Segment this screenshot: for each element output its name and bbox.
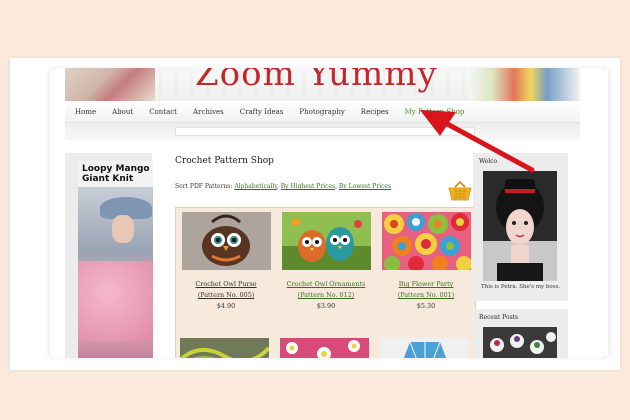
sort-highest-price-link[interactable]: By Highest Prices [281,183,335,190]
site-header-banner[interactable]: Zoom Yummy [65,68,580,101]
nav-item-recipes[interactable]: Recipes [361,108,389,116]
product-pattern-link[interactable]: (Pattern No. 005) [180,290,272,301]
banner-photo-left [65,68,155,101]
ad-knit-blanket [78,261,153,341]
product-image-pink-flowers[interactable] [280,338,369,358]
product-price: $5.30 [416,302,436,310]
banner-photo-right [470,68,580,101]
product-grid: Crochet Owl Purse (Pattern No. 005) $4.9… [175,207,476,358]
sort-lowest-price-link[interactable]: By Lowest Prices [339,183,391,190]
product-pattern-link[interactable]: (Pattern No. 012) [280,290,372,301]
annotation-arrow-icon [420,110,535,173]
product-card: Big Flower Party (Pattern No. 001) $5.30 [380,212,472,312]
nav-item-archives[interactable]: Archives [193,108,224,116]
page-title: Crochet Pattern Shop [175,156,274,166]
product-pattern-link[interactable]: (Pattern No. 001) [380,290,472,301]
recent-posts-widget: Recent Posts [473,309,568,358]
author-photo[interactable] [483,171,557,281]
shopping-basket-icon[interactable] [447,181,473,201]
product-name-link[interactable]: Crochet Owl Ornaments [280,279,372,290]
nav-item-home[interactable]: Home [75,108,96,116]
recent-posts-title: Recent Posts [479,314,519,321]
main-content: Crochet Pattern Shop Sort PDF Patterns: … [175,153,480,358]
ad-column: Loopy Mango Giant Knit [65,153,153,358]
product-card: Crochet Owl Ornaments (Pattern No. 012) … [280,212,372,312]
sort-label: Sort PDF Patterns: [175,183,233,190]
nav-item-crafty-ideas[interactable]: Crafty Ideas [240,108,284,116]
product-image-big-flower-party[interactable] [381,212,472,272]
product-price: $3.90 [316,302,336,310]
welcome-caption: This is Petra. She's my boss. [481,284,561,290]
site-title[interactable]: Zoom Yummy [195,68,438,94]
sort-alphabetically-link[interactable]: Alphabetically [234,183,277,190]
nav-item-about[interactable]: About [112,108,133,116]
ad-headline: Loopy Mango Giant Knit [82,164,150,184]
right-sidebar: Welco This is Petra. She's my boss. Rece… [473,153,568,358]
product-card: Crochet Owl Purse (Pattern No. 005) $4.9… [180,212,272,312]
ad-banner[interactable]: Loopy Mango Giant Knit [78,161,153,358]
nav-item-contact[interactable]: Contact [149,108,177,116]
product-image-owl-purse[interactable] [181,212,271,270]
screenshot-frame: Zoom Yummy Home About Contact Archives C… [10,58,620,370]
product-price: $4.90 [216,302,236,310]
product-image-blue-bag[interactable] [380,338,469,358]
ad-face [112,215,134,243]
recent-post-thumbnail[interactable] [483,327,557,358]
sort-options: Sort PDF Patterns: Alphabetically, By Hi… [175,183,391,190]
product-name-link[interactable]: Crochet Owl Purse [180,279,272,290]
product-image-green-crochet[interactable] [180,338,269,358]
nav-item-photography[interactable]: Photography [299,108,344,116]
product-name-link[interactable]: Big Flower Party [380,279,472,290]
product-image-owl-ornaments[interactable] [281,212,371,270]
